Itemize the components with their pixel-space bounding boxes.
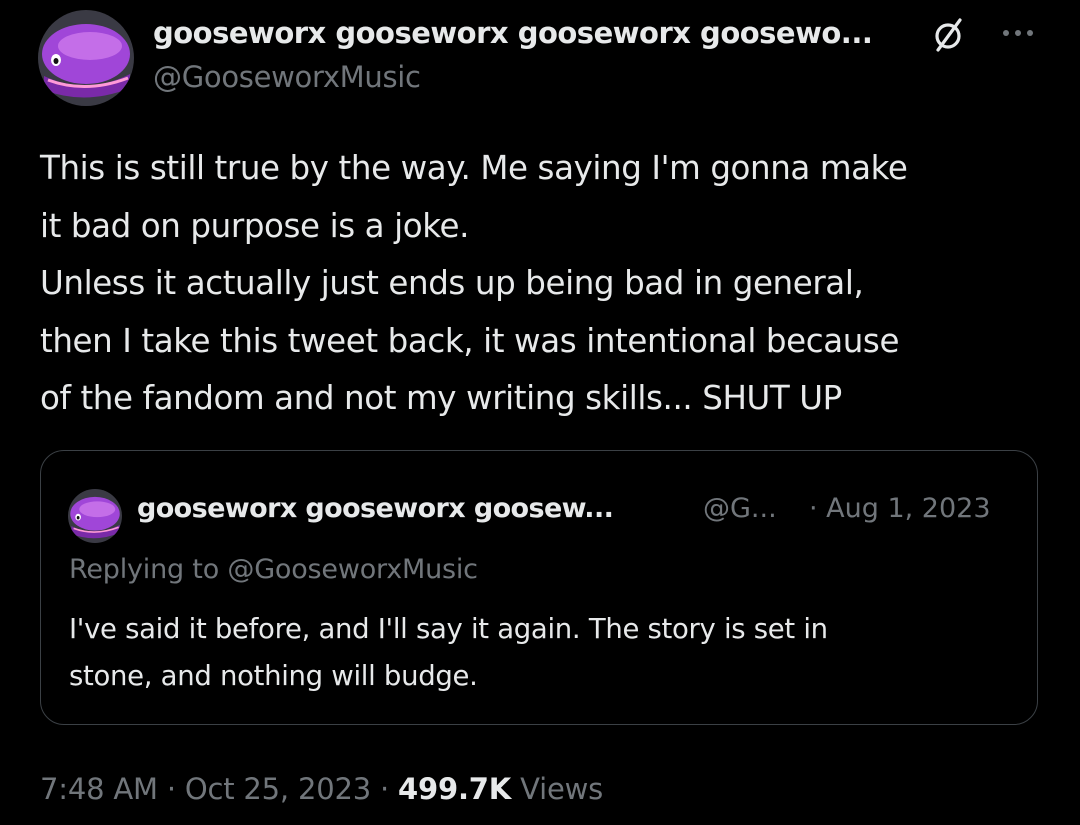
slashed-circle-icon [935,18,962,52]
tweet-text-line: Unless it actually just ends up being ba… [40,264,864,302]
purple-creature-avatar-icon [68,489,122,543]
quoted-tweet-card[interactable]: gooseworx gooseworx goosew... @G... · Au… [40,450,1038,725]
quoted-author-display-name: gooseworx gooseworx goosew... [137,493,614,524]
quoted-replying-to: Replying to @GooseworxMusic [69,554,478,585]
purple-creature-avatar-icon [38,10,134,106]
tweet-text-line: then I take this tweet back, it was inte… [40,321,900,360]
author-avatar[interactable] [38,10,134,106]
tweet-text: This is still true by the way. Me saying… [40,140,1050,428]
author-display-name[interactable]: gooseworx gooseworx gooseworx goosewo... [153,14,873,52]
meta-separator: · [157,772,185,806]
tweet: gooseworx gooseworx gooseworx goosewo...… [0,0,1080,825]
quoted-text-line: stone, and nothing will budge. [69,660,478,692]
views-count: 499.7K [398,772,512,806]
tweet-text-line: it bad on purpose is a joke. [40,206,470,245]
quoted-author-avatar [68,489,122,543]
meta-separator: · [370,772,399,806]
tweet-date[interactable]: Oct 25, 2023 [185,772,371,806]
quoted-text-line: I've said it before, and I'll say it aga… [69,613,828,645]
tweet-text-line: This is still true by the way. Me saying… [40,149,908,187]
quoted-tweet-date: · Aug 1, 2023 [809,493,991,524]
quoted-tweet-text: I've said it before, and I'll say it aga… [69,606,1009,700]
tweet-meta: 7:48 AM · Oct 25, 2023 · 499.7K Views [40,767,603,811]
quoted-author-handle: @G... [703,493,777,524]
views-label: Views [511,772,604,806]
tweet-time[interactable]: 7:48 AM [40,772,158,806]
author-handle[interactable]: @GooseworxMusic [153,58,421,96]
more-options-icon[interactable] [998,18,1038,48]
tweet-text-line: of the fandom and not my writing skills.… [40,379,842,417]
